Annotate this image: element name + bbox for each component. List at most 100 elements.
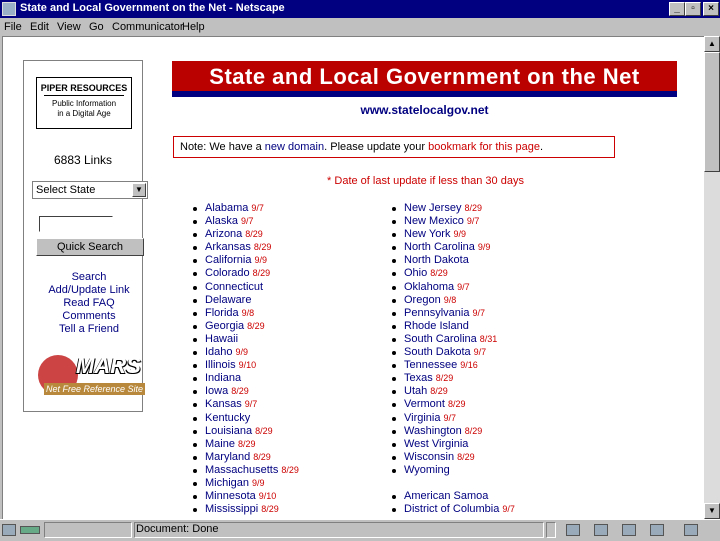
menu-communicator[interactable]: Communicator: [112, 21, 184, 33]
security-icon[interactable]: [2, 523, 42, 537]
state-link[interactable]: Massachusetts: [205, 464, 278, 476]
state-link[interactable]: Vermont: [404, 398, 445, 410]
bullet-icon: [392, 377, 396, 382]
search-input[interactable]: [39, 216, 113, 232]
update-date: 8/29: [247, 320, 265, 331]
state-link[interactable]: New Mexico: [404, 215, 464, 227]
page-viewport[interactable]: PIPER RESOURCES Public Information in a …: [2, 36, 705, 520]
scroll-up-button[interactable]: ▲: [704, 36, 720, 52]
nav-link-faq[interactable]: Read FAQ: [24, 297, 154, 310]
state-link[interactable]: New Jersey: [404, 202, 461, 214]
new-domain-link[interactable]: new domain: [265, 141, 324, 153]
state-link[interactable]: American Samoa: [404, 490, 488, 502]
state-entry: North Carolina 9/9: [404, 241, 490, 254]
state-link[interactable]: Wisconsin: [404, 451, 454, 463]
state-link[interactable]: Maine: [205, 438, 235, 450]
menu-help[interactable]: Help: [182, 21, 205, 33]
state-link[interactable]: South Carolina: [404, 333, 477, 345]
state-link[interactable]: Alaska: [205, 215, 238, 227]
state-link[interactable]: West Virginia: [404, 438, 468, 450]
newsgroups-icon[interactable]: [622, 524, 636, 536]
state-link[interactable]: Kansas: [205, 398, 242, 410]
state-link[interactable]: Washington: [404, 425, 462, 437]
navigator-icon[interactable]: [566, 524, 580, 536]
bullet-icon: [193, 324, 197, 329]
nav-link-comments[interactable]: Comments: [24, 310, 154, 323]
state-link[interactable]: District of Columbia: [404, 503, 499, 515]
state-link[interactable]: Arizona: [205, 228, 242, 240]
state-link[interactable]: Iowa: [205, 385, 228, 397]
scroll-thumb[interactable]: [704, 52, 720, 172]
vertical-scrollbar[interactable]: ▲ ▼: [704, 36, 720, 519]
state-link[interactable]: Michigan: [205, 477, 249, 489]
state-link[interactable]: Hawaii: [205, 333, 238, 345]
state-link[interactable]: Tennessee: [404, 359, 457, 371]
state-link[interactable]: Alabama: [205, 202, 248, 214]
chevron-down-icon[interactable]: ▼: [132, 183, 146, 197]
state-link[interactable]: California: [205, 254, 251, 266]
state-link[interactable]: Utah: [404, 385, 427, 397]
state-link[interactable]: Oregon: [404, 294, 441, 306]
conference-icon[interactable]: [684, 524, 698, 536]
state-link[interactable]: Kentucky: [205, 412, 250, 424]
state-entry: Pennsylvania 9/7: [404, 307, 485, 320]
mail-icon[interactable]: [594, 524, 608, 536]
site-banner: State and Local Government on the Net: [172, 61, 677, 97]
menu-file[interactable]: File: [4, 21, 22, 33]
state-link[interactable]: Minnesota: [205, 490, 256, 502]
menu-view[interactable]: View: [57, 21, 81, 33]
menu-edit[interactable]: Edit: [30, 21, 49, 33]
state-link[interactable]: Oklahoma: [404, 281, 454, 293]
state-link[interactable]: Arkansas: [205, 241, 251, 253]
mars-logo-subtitle: Net Free Reference Site: [44, 383, 146, 395]
state-link[interactable]: New York: [404, 228, 450, 240]
quick-search-button[interactable]: Quick Search: [36, 238, 144, 256]
state-link[interactable]: Idaho: [205, 346, 233, 358]
state-link[interactable]: South Dakota: [404, 346, 471, 358]
state-entry: Vermont 8/29: [404, 398, 466, 411]
update-date: 8/29: [464, 425, 483, 436]
mars-logo[interactable]: MARS Net Free Reference Site: [38, 349, 146, 403]
state-link[interactable]: Louisiana: [205, 425, 252, 437]
state-link[interactable]: Virginia: [404, 412, 441, 424]
state-link[interactable]: North Dakota: [404, 254, 469, 266]
state-link[interactable]: Mississippi: [205, 503, 258, 515]
state-link[interactable]: Pennsylvania: [404, 307, 469, 319]
state-link[interactable]: Rhode Island: [404, 320, 469, 332]
menu-go[interactable]: Go: [89, 21, 104, 33]
state-link[interactable]: Texas: [404, 372, 433, 384]
state-entry: North Dakota: [404, 254, 472, 267]
state-link[interactable]: Ohio: [404, 267, 427, 279]
nav-link-add-update[interactable]: Add/Update Link: [24, 284, 154, 297]
nav-link-tell-friend[interactable]: Tell a Friend: [24, 323, 154, 336]
close-button[interactable]: ×: [703, 2, 719, 16]
bookmark-link[interactable]: bookmark for this page: [428, 141, 540, 153]
nav-link-search[interactable]: Search: [24, 271, 154, 284]
update-date: 9/7: [472, 307, 485, 318]
bullet-icon: [193, 442, 197, 447]
minimize-button[interactable]: _: [669, 2, 685, 16]
bullet-icon: [392, 220, 396, 225]
state-link[interactable]: Colorado: [205, 267, 250, 279]
maximize-button[interactable]: ▫: [685, 2, 701, 16]
piper-resources-logo[interactable]: PIPER RESOURCES Public Information in a …: [36, 77, 132, 129]
update-date: 8/29: [447, 399, 466, 410]
banner-title: State and Local Government on the Net: [209, 64, 640, 89]
bullet-icon: [193, 259, 197, 264]
state-link[interactable]: Maryland: [205, 451, 250, 463]
state-select[interactable]: Select State ▼: [32, 181, 148, 199]
state-link[interactable]: Georgia: [205, 320, 244, 332]
composer-icon[interactable]: [650, 524, 664, 536]
state-entry: Kentucky: [205, 412, 253, 425]
state-link[interactable]: Connecticut: [205, 281, 263, 293]
state-link[interactable]: Illinois: [205, 359, 236, 371]
bullet-icon: [392, 207, 396, 211]
state-link[interactable]: Wyoming: [404, 464, 450, 476]
bullet-icon: [392, 272, 396, 277]
scroll-down-button[interactable]: ▼: [704, 503, 720, 519]
state-link[interactable]: Florida: [205, 307, 239, 319]
state-link[interactable]: North Carolina: [404, 241, 475, 253]
state-link[interactable]: Indiana: [205, 372, 241, 384]
state-link[interactable]: Delaware: [205, 294, 251, 306]
netscape-app-icon[interactable]: [2, 2, 16, 16]
